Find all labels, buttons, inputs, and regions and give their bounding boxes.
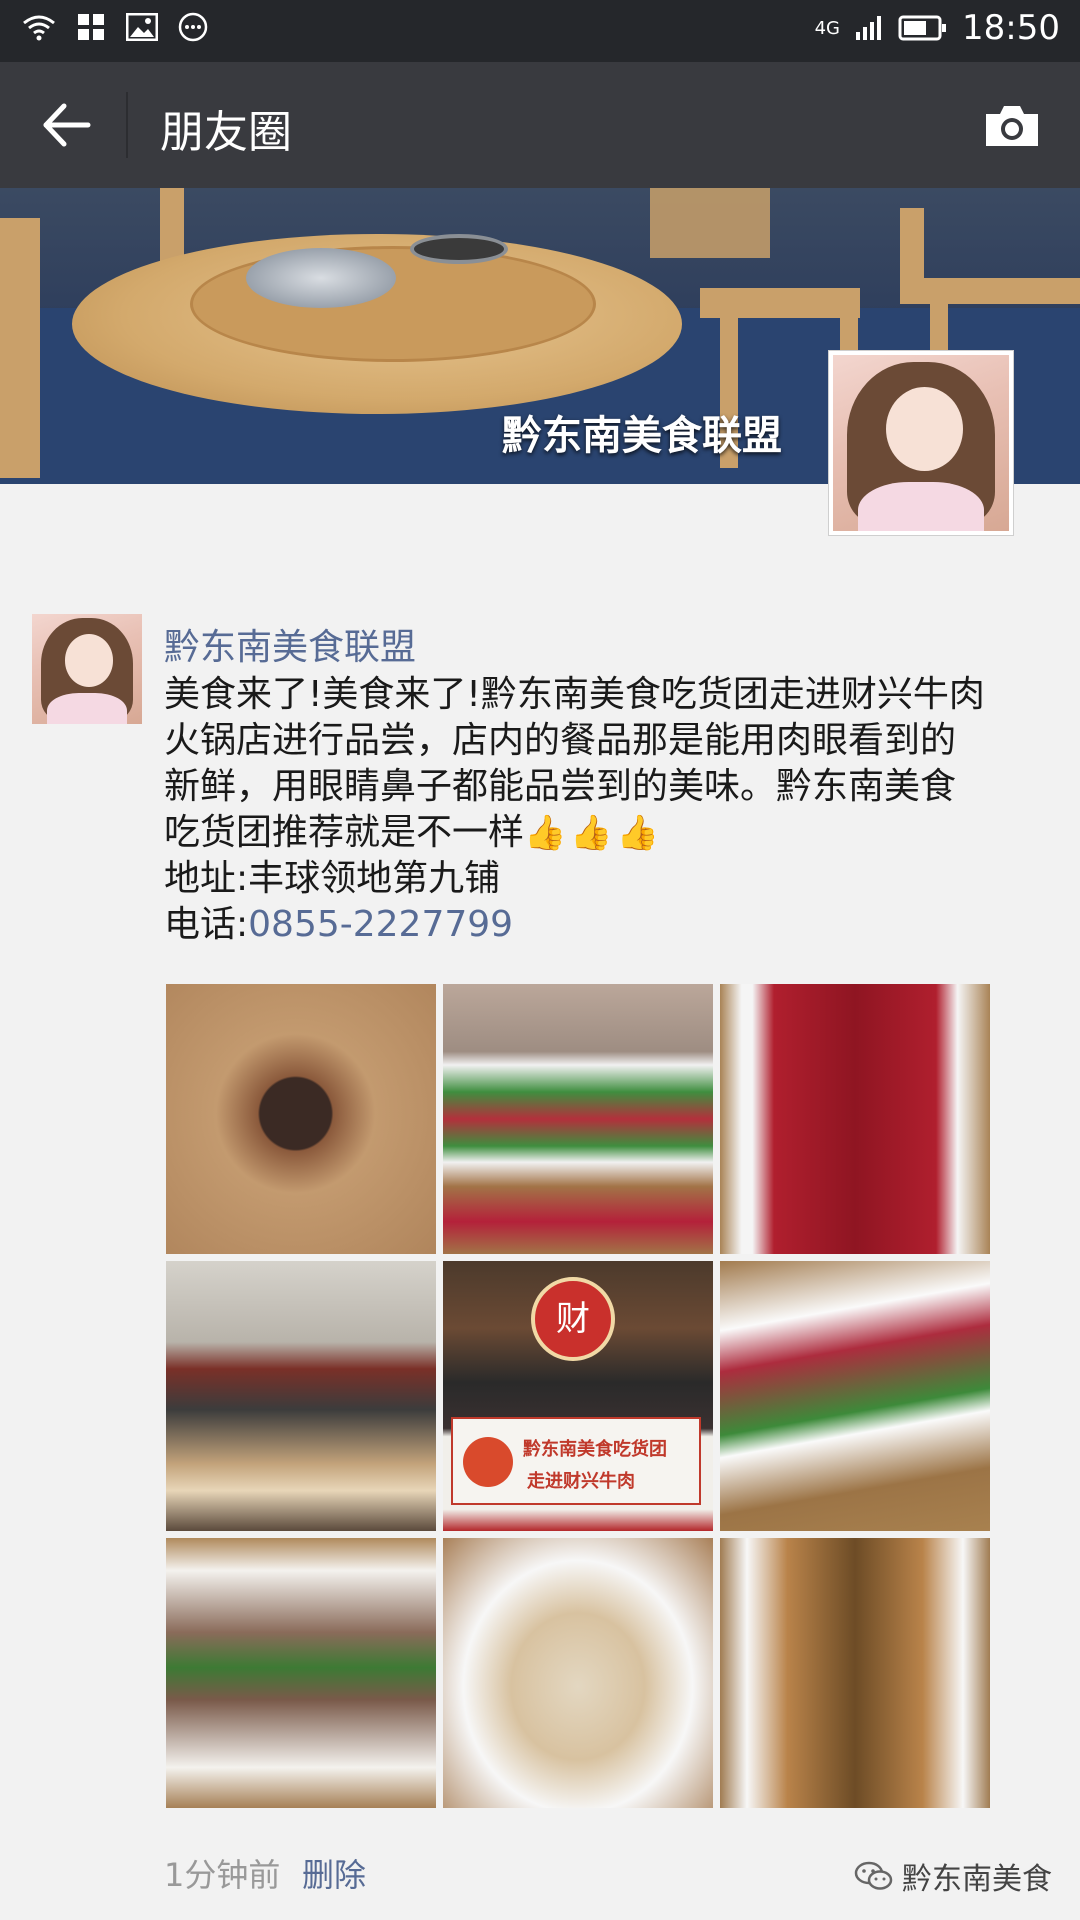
status-bar: 4G 18:50 — [0, 0, 1080, 62]
page-title: 朋友圈 — [160, 107, 292, 158]
arrow-left-icon — [43, 103, 91, 147]
watermark: 黔东南美食 — [854, 1854, 1052, 1898]
thumbs-up-icon: 👍 — [616, 813, 660, 853]
camera-button[interactable] — [982, 102, 1042, 150]
thumbs-up-icon: 👍 — [570, 813, 613, 853]
battery-icon — [898, 15, 947, 41]
banner-line-2: 走进财兴牛肉 — [527, 1471, 635, 1492]
signal-icon — [856, 16, 882, 40]
banner-line-1: 黔东南美食吃货团 — [523, 1439, 667, 1460]
cover-caption: 黔东南美食联盟 — [502, 413, 782, 459]
image-icon — [126, 13, 158, 41]
post-photo-8[interactable] — [443, 1538, 713, 1808]
clock: 18:50 — [962, 8, 1060, 48]
post-avatar[interactable] — [32, 614, 142, 724]
profile-avatar[interactable] — [828, 350, 1014, 536]
phone-label: 电话: — [164, 904, 249, 945]
wechat-icon — [854, 1861, 893, 1890]
network-type: 4G — [814, 17, 841, 39]
post-photo-2[interactable] — [443, 984, 713, 1254]
watermark-text: 黔东南美食 — [902, 1862, 1052, 1897]
post-photo-4[interactable] — [166, 1261, 436, 1531]
post-photo-3[interactable] — [720, 984, 990, 1254]
post-text: 美食来了!美食来了!黔东南美食吃货团走进财兴牛肉 火锅店进行品尝，店内的餐品那是… — [164, 672, 1054, 948]
store-sign: 财 — [531, 1277, 615, 1361]
wifi-icon — [23, 15, 55, 41]
post-text-line: 新鲜，用眼睛鼻子都能品尝到的美味。黔东南美食 — [164, 766, 957, 807]
post-photo-1[interactable] — [166, 984, 436, 1254]
thumbs-up-icon: 👍 — [524, 813, 567, 853]
post-photo-6[interactable] — [720, 1261, 990, 1531]
banner-logo — [463, 1437, 513, 1487]
more-icon — [178, 12, 208, 42]
post-time: 1分钟前 — [164, 1856, 281, 1894]
status-icons-right: 4G 18:50 — [815, 8, 1060, 48]
delete-button[interactable]: 删除 — [302, 1850, 366, 1896]
apps-icon — [78, 14, 104, 40]
phone-link[interactable]: 0855-2227799 — [248, 904, 513, 945]
title-bar: 朋友圈 — [0, 62, 1080, 188]
photo-grid: 财 黔东南美食吃货团 走进财兴牛肉 — [166, 984, 990, 1808]
camera-icon — [986, 106, 1038, 146]
post-photo-7[interactable] — [166, 1538, 436, 1808]
title-divider — [126, 92, 128, 158]
post-text-line: 美食来了!美食来了!黔东南美食吃货团走进财兴牛肉 — [164, 674, 985, 715]
post-text-line: 火锅店进行品尝，店内的餐品那是能用肉眼看到的 — [164, 720, 957, 761]
group-banner: 黔东南美食吃货团 走进财兴牛肉 — [451, 1417, 701, 1505]
post-author[interactable]: 黔东南美食联盟 — [164, 618, 416, 670]
post-text-line: 吃货团推荐就是不一样 — [164, 812, 525, 853]
post-photo-5[interactable]: 财 黔东南美食吃货团 走进财兴牛肉 — [443, 1261, 713, 1531]
status-icons-left — [22, 12, 208, 42]
post-photo-9[interactable] — [720, 1538, 990, 1808]
back-button[interactable] — [38, 100, 94, 150]
post-address: 地址:丰球领地第九铺 — [164, 858, 501, 899]
